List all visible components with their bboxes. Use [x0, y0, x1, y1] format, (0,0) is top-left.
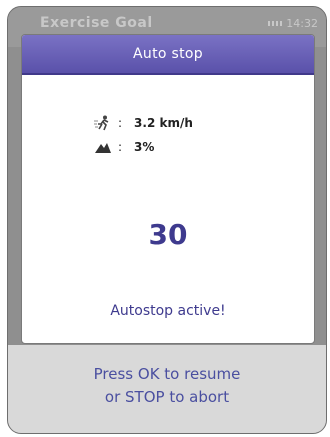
- device-screen: Exercise Goal 14:32 Press OK to resume o…: [7, 6, 327, 434]
- incline-row: : 3%: [94, 139, 154, 155]
- signal-icon: [268, 21, 283, 26]
- footer-line-1: Press OK to resume: [93, 365, 241, 383]
- incline-colon: :: [118, 140, 123, 154]
- dialog-title: Auto stop: [133, 46, 203, 62]
- auto-stop-dialog: Auto stop : 3.2 km/h: 3% 30 Autostop ac…: [21, 34, 315, 344]
- background-screen-title: Exercise Goal: [40, 15, 153, 31]
- clock-text: 14:32: [286, 17, 318, 30]
- device-frame: Exercise Goal 14:32 Press OK to resume o…: [0, 0, 330, 437]
- footer-line-2: or STOP to abort: [104, 388, 230, 406]
- status-area: 14:32: [268, 17, 318, 30]
- countdown-value: 30: [148, 218, 188, 251]
- speed-row: : 3.2 km/h: [94, 115, 193, 131]
- footer-instructions: Press OK to resume or STOP to abort: [8, 363, 326, 409]
- speed-colon: :: [118, 116, 123, 130]
- mountain-icon: [94, 139, 112, 155]
- status-message: Autostop active!: [110, 303, 226, 319]
- incline-value: 3%: [134, 140, 155, 154]
- speed-value: 3.2 km/h: [134, 116, 193, 130]
- runner-icon: [94, 115, 112, 131]
- dialog-titlebar: Auto stop: [22, 35, 314, 75]
